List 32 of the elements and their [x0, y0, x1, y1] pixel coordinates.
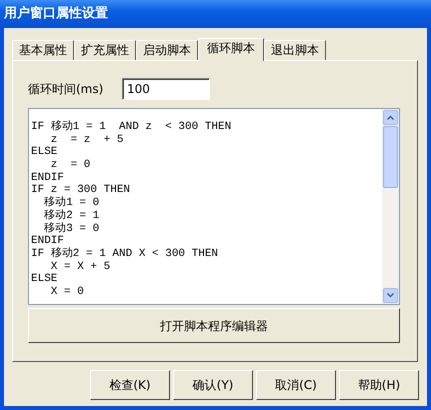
code-line: ENDIF [31, 172, 66, 184]
code-line: 移动1 = 0 [43, 197, 100, 210]
dialog-button[interactable]: 取消(C) [256, 370, 336, 400]
cycle-time-field[interactable]: 100 [122, 78, 210, 100]
tab[interactable]: 基本属性 [12, 40, 74, 60]
code-line: ELSE [31, 146, 58, 160]
dialog-button[interactable]: 确认(Y) [173, 370, 253, 400]
scroll-down-button[interactable] [383, 288, 398, 303]
dialog-button[interactable]: 检查(K) [90, 370, 170, 400]
code-line: z = z + 5 [50, 134, 124, 146]
code-line: 移动3 = 0 [43, 222, 100, 236]
script-editor[interactable]: IF 移动1 = 1 AND z < 300 THEN z = z + 5 ELSE z = 0 ENDIF IF z = 300 THEN 移动1 = 0 移动2 = 1 移动3 = 0 ENDIF IF 移动2 = 1 AND X < 300 THEN X = X + 5 ELSE X = 0 [28, 108, 400, 305]
tab[interactable]: 退出脚本 [264, 40, 326, 60]
scrollbar[interactable] [382, 109, 399, 304]
code-line: ELSE [31, 273, 58, 286]
tab[interactable]: 循环脚本 [198, 38, 264, 61]
open-editor-button[interactable]: 打开脚本程序编辑器 [28, 308, 400, 343]
code-line: z = 0 [50, 159, 92, 172]
scroll-thumb[interactable] [383, 126, 398, 188]
code-line: ENDIF [31, 235, 64, 248]
window-title: 用户窗口属性设置 [0, 0, 431, 28]
tab[interactable]: 启动脚本 [136, 40, 198, 60]
scroll-up-button[interactable] [383, 110, 398, 125]
tab[interactable]: 扩充属性 [74, 40, 136, 60]
code-line: IF 移动1 = 1 AND z < 300 THEN [31, 121, 232, 134]
code-line: IF z = 300 THEN [31, 184, 132, 196]
field-label: 循环时间(ms) [28, 81, 104, 98]
code-line: 移动2 = 1 [43, 210, 100, 222]
code-line: X = X + 5 [50, 260, 112, 274]
code-line: X = 0 [50, 286, 85, 299]
dialog-button[interactable]: 帮助(H) [339, 370, 419, 400]
code-line: IF 移动2 = 1 AND X < 300 THEN [31, 248, 220, 261]
